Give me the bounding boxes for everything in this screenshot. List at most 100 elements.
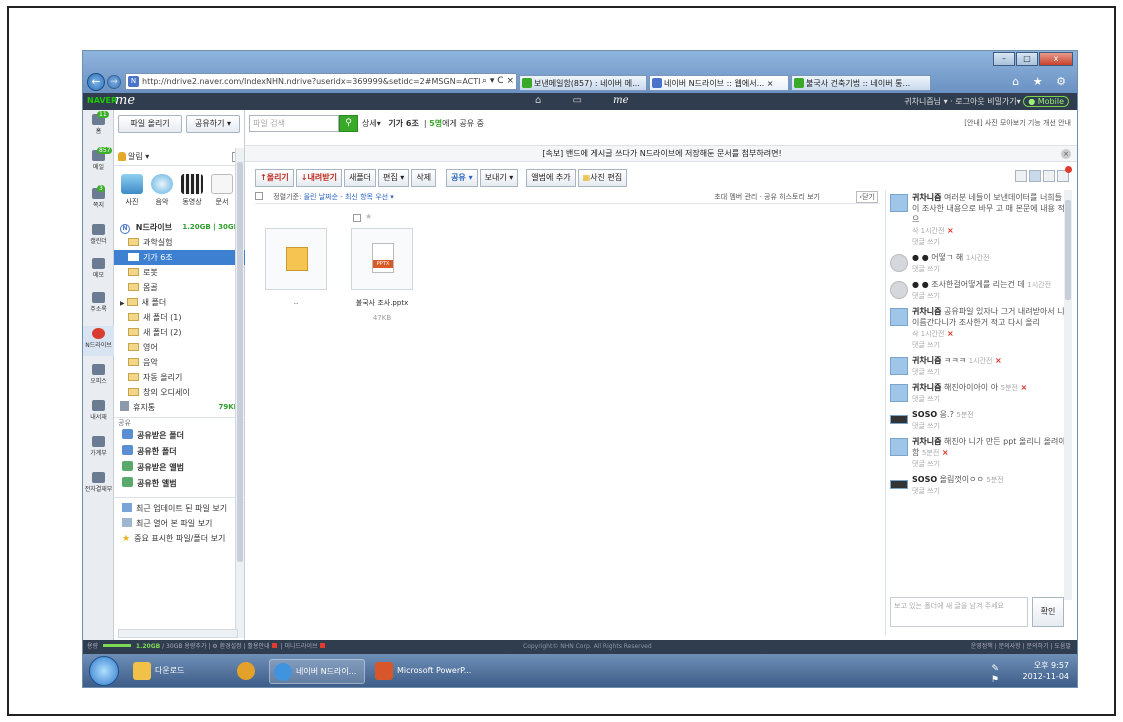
shared-item[interactable]: 공유받은 앨범: [114, 460, 245, 476]
avatar[interactable]: [890, 254, 908, 272]
scroll-thumb[interactable]: [1065, 200, 1071, 300]
folder-item[interactable]: 창의 오디세이: [114, 385, 245, 400]
delete-comment-icon[interactable]: ×: [947, 226, 954, 235]
taskbar-ie[interactable]: 네이버 N드라이...: [269, 659, 365, 684]
search-button[interactable]: ⚲: [339, 115, 358, 132]
me-logo[interactable]: me: [115, 93, 135, 108]
reply-link[interactable]: 댓글 쓰기: [912, 237, 1068, 248]
photo-shortcut[interactable]: 사진: [118, 174, 146, 207]
sort-dropdown[interactable]: 올린 날짜순 - 최신 항목 우선 ▾: [304, 193, 394, 201]
file-checkbox[interactable]: [353, 214, 361, 222]
add-to-album-button[interactable]: 앨범에 추가: [526, 169, 576, 187]
sidebar-scrollbar[interactable]: [235, 148, 244, 638]
mobile-button[interactable]: ● Mobile: [1023, 96, 1069, 107]
avatar[interactable]: [890, 308, 908, 326]
address-controls[interactable]: ⌕ ▾ C ×: [482, 74, 514, 89]
folder-item[interactable]: 새 폴더 (1): [114, 310, 245, 325]
avatar[interactable]: [890, 357, 908, 375]
reply-link[interactable]: 댓글 쓰기: [912, 264, 1068, 275]
comment-submit-button[interactable]: 확인: [1032, 597, 1064, 627]
comment-author[interactable]: 귀차니즘: [912, 437, 941, 446]
rail-calendar[interactable]: 캘린더: [83, 224, 114, 245]
comment-author[interactable]: 귀차니즘: [912, 383, 941, 392]
mini-drive-link[interactable]: | 미니드라이브: [281, 643, 318, 650]
user-menu[interactable]: 귀차니즘님 ▾ · 로그아웃 비밀가기▾ ● Mobile: [904, 96, 1069, 107]
taskbar-downloads[interactable]: 다운로드: [129, 659, 221, 684]
comment-author[interactable]: ● ●: [912, 280, 929, 289]
rail-office[interactable]: 오피스: [83, 364, 114, 385]
folder-item[interactable]: 새 폴더 (2): [114, 325, 245, 340]
address-bar[interactable]: N http://ndrive2.naver.com/IndexNHN.ndri…: [125, 73, 517, 90]
rail-library[interactable]: 내서재: [83, 400, 114, 421]
rail-approval[interactable]: 전자결재부: [83, 472, 114, 493]
home-mail-icons[interactable]: ⌂ ▭: [535, 95, 596, 106]
delete-comment-icon[interactable]: ×: [942, 448, 949, 457]
rail-home[interactable]: 11 홈: [83, 111, 114, 135]
comment-input[interactable]: 보고 있는 폴더에 새 글을 남겨 주세요: [890, 597, 1028, 627]
trash-item[interactable]: 휴지통 79KB: [114, 400, 245, 415]
back-button[interactable]: ←: [87, 73, 105, 91]
avatar[interactable]: [890, 480, 908, 489]
folder-item[interactable]: ▶ 새 폴더: [114, 295, 245, 310]
start-button[interactable]: [89, 656, 119, 686]
minimize-button[interactable]: –: [993, 52, 1015, 66]
delete-comment-icon[interactable]: ×: [1021, 383, 1028, 392]
news-banner[interactable]: [속보] 밴드에 게시글 쓰다가 N드라이브에 저장해둔 문서를 첨부하려면! …: [245, 145, 1077, 162]
sidebar-hscrollbar[interactable]: [118, 629, 238, 638]
delete-comment-icon[interactable]: ×: [995, 356, 1002, 365]
browser-tool-icons[interactable]: ⌂ ★ ⚙: [1012, 75, 1071, 88]
file-thumbnail[interactable]: [265, 228, 327, 290]
shared-item[interactable]: 공유한 앨범: [114, 476, 245, 492]
folder-item-selected[interactable]: 기가 6조: [114, 250, 245, 265]
folder-item[interactable]: 영어: [114, 340, 245, 355]
footer-links-left[interactable]: 용량추가 | ⚙ 환경설정 | 활용안내: [184, 643, 269, 650]
taskbar-app[interactable]: [233, 659, 261, 684]
share-toolbar-button[interactable]: 공유 ▾: [446, 169, 478, 187]
edit-button[interactable]: 편집 ▾: [378, 169, 410, 187]
tray-icons[interactable]: ✎ ⚑ ◀ ▣: [991, 664, 1006, 687]
comment-author[interactable]: 귀차니즘: [912, 193, 941, 202]
me-center-nav[interactable]: ⌂ ▭ me: [535, 95, 629, 106]
avatar[interactable]: [890, 281, 908, 299]
comment-author[interactable]: 귀차니즘: [912, 356, 941, 365]
rail-contacts[interactable]: 주소록: [83, 292, 114, 313]
thumbnail-view-icon[interactable]: [1029, 170, 1041, 182]
ndrive-root[interactable]: N N드라이브 1.20GB | 30GB: [114, 220, 245, 235]
reply-link[interactable]: 댓글 쓰기: [912, 367, 1068, 378]
footer-links-right[interactable]: 운영정책 | 문의사항 | 문의하기 | 도움말: [971, 640, 1071, 654]
member-history-links[interactable]: 초대 멤버 관리 · 공유 히스토리 보기: [714, 190, 820, 204]
shared-item[interactable]: 공유한 폴더: [114, 444, 245, 460]
rail-memo[interactable]: 메모: [83, 258, 114, 279]
file-item[interactable]: ★ PPTX 불국사 조사.pptx 47KB: [347, 212, 417, 322]
reply-link[interactable]: 댓글 쓰기: [912, 421, 1068, 432]
folder-item[interactable]: 로봇: [114, 265, 245, 280]
comment-scrollbar[interactable]: [1064, 190, 1072, 600]
taskbar-powerpoint[interactable]: Microsoft PowerP...: [371, 659, 471, 684]
naver-logo[interactable]: NAVER: [87, 96, 117, 105]
upload-button[interactable]: ↑올리기: [255, 169, 294, 187]
user-links[interactable]: 귀차니즘님 ▾ · 로그아웃 비밀가기▾: [904, 97, 1020, 106]
tab-ndrive[interactable]: 네이버 N드라이브 :: 웹에서... ×: [649, 75, 789, 91]
expand-arrow-icon[interactable]: ▶: [120, 300, 125, 307]
photo-edit-button[interactable]: ▦사진 편집: [577, 169, 628, 187]
comment-panel-icon[interactable]: [1057, 166, 1072, 182]
forward-button[interactable]: →: [107, 75, 121, 89]
download-button[interactable]: ↓내려받기: [295, 169, 342, 187]
file-name[interactable]: 불국사 조사.pptx: [347, 298, 417, 308]
share-button[interactable]: 공유하기 ▾: [186, 115, 240, 133]
clock-time[interactable]: 오후 9:57: [1034, 661, 1069, 670]
tab-mail[interactable]: 보낸메일함(857) : 네이버 메...: [519, 75, 647, 91]
shared-item[interactable]: 공유받은 폴더: [114, 428, 245, 444]
music-shortcut[interactable]: 음악: [148, 174, 176, 207]
rail-note[interactable]: 3 쪽지: [83, 185, 114, 209]
file-star-icon[interactable]: ★: [365, 212, 372, 221]
send-button[interactable]: 보내기 ▾: [479, 169, 519, 187]
rail-ndrive[interactable]: N드라이브: [83, 326, 114, 356]
document-shortcut[interactable]: 문서: [208, 174, 236, 207]
close-button[interactable]: x: [1039, 52, 1073, 66]
delete-comment-icon[interactable]: ×: [947, 329, 954, 338]
alarm-bar[interactable]: 알림 ▾ ▼: [114, 148, 245, 166]
rail-ledger[interactable]: 가계부: [83, 436, 114, 457]
avatar[interactable]: [890, 384, 908, 402]
parent-folder-item[interactable]: ..: [261, 228, 331, 306]
